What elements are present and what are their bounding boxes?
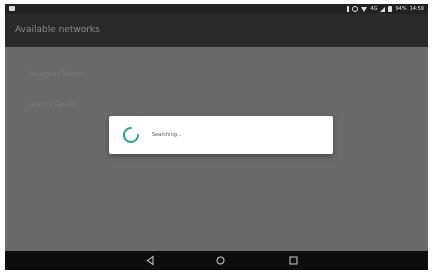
status-icons: 4G 94% 14:59 xyxy=(347,4,424,14)
network-item[interactable]: Bouygues Telecom xyxy=(30,71,86,79)
page-title: Available networks xyxy=(15,25,100,35)
back-triangle-icon[interactable] xyxy=(145,255,156,266)
status-bar: 4G 94% 14:59 xyxy=(5,4,428,14)
home-circle-icon[interactable] xyxy=(215,255,226,266)
app-bar: Available networks xyxy=(5,14,428,47)
network-type: 4G xyxy=(370,6,378,12)
network-name: Orange Caraibe xyxy=(30,101,78,108)
network-item[interactable]: Orange Caraibe xyxy=(30,101,77,109)
navigation-bar xyxy=(5,251,428,270)
dialog-message: Searching... xyxy=(152,132,182,138)
clock: 14:59 xyxy=(409,6,424,12)
network-name: Bouygues Telecom xyxy=(30,71,86,78)
device-screen: 4G 94% 14:59 Available networks Bouygues… xyxy=(5,4,428,270)
recents-square-icon[interactable] xyxy=(288,255,299,266)
bluetooth-icon xyxy=(347,6,350,12)
signal-icon xyxy=(380,6,386,12)
sync-icon xyxy=(352,6,359,12)
notification-image-icon xyxy=(9,6,15,11)
battery-icon xyxy=(388,6,393,12)
battery-percent: 94% xyxy=(395,6,407,12)
progress-spinner-icon xyxy=(123,127,139,143)
searching-dialog: Searching... xyxy=(109,116,333,154)
wifi-icon xyxy=(361,6,368,12)
